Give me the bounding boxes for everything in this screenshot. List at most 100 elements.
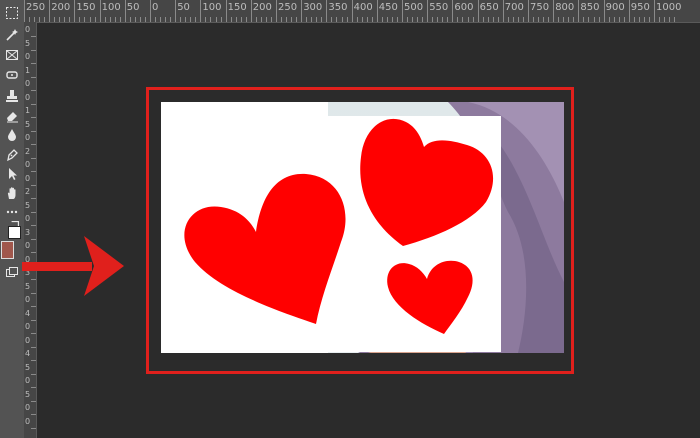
ruler-minor-tick xyxy=(593,17,595,22)
vertical-ruler-label: 0 xyxy=(25,335,31,345)
ruler-minor-tick xyxy=(417,17,419,22)
vertical-ruler-tick xyxy=(31,90,36,91)
ruler-tick-label: 250 xyxy=(26,2,46,13)
ruler-major-tick xyxy=(150,0,151,22)
background-color-swatch[interactable] xyxy=(8,226,21,239)
vertical-ruler-label: 0 xyxy=(25,173,31,183)
ruler-minor-tick xyxy=(396,17,398,22)
ruler-minor-tick xyxy=(190,17,192,22)
ruler-minor-tick xyxy=(633,17,635,22)
ruler-minor-tick xyxy=(386,17,388,22)
ruler-major-tick xyxy=(427,0,429,22)
ruler-tick-label: 150 xyxy=(76,2,96,13)
foreground-color-swatch[interactable] xyxy=(1,241,14,259)
ruler-minor-tick xyxy=(220,17,222,22)
ruler-major-tick xyxy=(654,0,655,22)
vertical-ruler-label: 0 xyxy=(25,133,31,142)
vertical-ruler-tick xyxy=(31,198,36,199)
ruler-minor-tick xyxy=(94,17,96,22)
ruler-minor-tick xyxy=(598,17,600,22)
ruler-minor-tick xyxy=(442,17,444,22)
ruler-minor-tick xyxy=(270,17,272,22)
ruler-tick-label: 400 xyxy=(353,2,373,13)
ruler-minor-tick xyxy=(664,17,666,22)
ruler-minor-tick xyxy=(472,17,474,22)
ruler-major-tick xyxy=(578,0,580,22)
vertical-ruler-tick xyxy=(31,387,36,388)
magic-wand-icon[interactable] xyxy=(2,26,22,44)
ruler-minor-tick xyxy=(548,17,550,22)
ruler-minor-tick xyxy=(255,17,257,22)
frame-icon[interactable] xyxy=(2,46,22,64)
blur-drop-icon[interactable] xyxy=(2,126,22,144)
ruler-major-tick xyxy=(452,0,454,22)
horizontal-ruler[interactable]: 250 200 150 100 50 0 50 100 150 200 250 300 350 400 45… xyxy=(24,0,700,23)
ruler-minor-tick xyxy=(407,17,409,22)
ruler-minor-tick xyxy=(391,17,393,22)
ruler-tick-label: 600 xyxy=(454,2,474,13)
ruler-minor-tick xyxy=(517,17,519,22)
vertical-ruler-tick xyxy=(31,346,36,348)
ruler-minor-tick xyxy=(422,17,424,22)
ruler-minor-tick xyxy=(89,17,91,22)
hand-icon[interactable] xyxy=(2,184,22,202)
healing-brush-icon[interactable] xyxy=(2,66,22,84)
ruler-major-tick xyxy=(124,0,126,22)
marquee-icon[interactable] xyxy=(2,4,22,22)
vertical-ruler[interactable]: 050100150200250300350400450500 xyxy=(24,22,37,438)
ruler-minor-tick xyxy=(260,17,262,22)
ruler-minor-tick xyxy=(623,17,625,22)
stamp-icon[interactable] xyxy=(2,87,22,105)
vertical-ruler-label: 5 xyxy=(25,38,31,48)
ruler-major-tick xyxy=(502,0,504,22)
ruler-minor-tick xyxy=(487,17,489,22)
ruler-major-tick xyxy=(200,0,202,22)
ruler-minor-tick xyxy=(613,17,615,22)
ruler-minor-tick xyxy=(185,17,187,22)
vertical-ruler-tick xyxy=(31,225,36,226)
ruler-minor-tick xyxy=(144,17,146,22)
ruler-minor-tick xyxy=(104,17,106,22)
vertical-ruler-label: 0 xyxy=(25,403,31,412)
vertical-ruler-label: 0 xyxy=(25,214,31,223)
ruler-tick-label: 200 xyxy=(252,2,272,13)
ruler-major-tick xyxy=(99,0,101,22)
vertical-ruler-tick xyxy=(31,103,36,105)
vertical-ruler-label: 0 xyxy=(25,416,31,426)
path-selection-icon[interactable] xyxy=(2,165,22,183)
ruler-minor-tick xyxy=(558,17,560,22)
pen-icon[interactable] xyxy=(2,146,22,164)
vertical-ruler-tick xyxy=(31,184,36,186)
ruler-minor-tick xyxy=(573,17,575,22)
vertical-ruler-tick xyxy=(31,36,36,37)
ruler-tick-label: 700 xyxy=(504,2,524,13)
ruler-minor-tick xyxy=(482,17,484,22)
ruler-major-tick xyxy=(301,0,303,22)
ruler-tick-label: 650 xyxy=(479,2,499,13)
ruler-minor-tick xyxy=(618,17,620,22)
ruler-minor-tick xyxy=(457,17,459,22)
vertical-ruler-label: 1 xyxy=(25,65,31,75)
red-arrow-icon xyxy=(22,236,124,296)
ruler-major-tick xyxy=(351,0,353,22)
ruler-minor-tick xyxy=(648,17,650,22)
vertical-ruler-tick xyxy=(31,117,36,118)
vertical-ruler-label: 2 xyxy=(25,146,31,156)
ruler-minor-tick xyxy=(59,17,61,22)
eraser-icon[interactable] xyxy=(2,107,22,125)
ruler-tick-label: 500 xyxy=(404,2,424,13)
vertical-ruler-tick xyxy=(31,49,36,51)
ruler-minor-tick xyxy=(54,17,56,22)
ruler-minor-tick xyxy=(230,17,232,22)
vertical-ruler-tick xyxy=(31,333,36,334)
screen-mode-icon[interactable] xyxy=(2,263,22,281)
ruler-minor-tick xyxy=(608,17,610,22)
ruler-tick-label: 1000 xyxy=(656,2,682,13)
vertical-ruler-tick xyxy=(31,76,36,78)
ruler-tick-label: 950 xyxy=(630,2,650,13)
ruler-minor-tick xyxy=(437,17,439,22)
ruler-tick-label: 0 xyxy=(152,2,159,13)
ruler-minor-tick xyxy=(119,17,121,22)
ruler-major-tick xyxy=(376,0,378,22)
ruler-minor-tick xyxy=(281,17,283,22)
